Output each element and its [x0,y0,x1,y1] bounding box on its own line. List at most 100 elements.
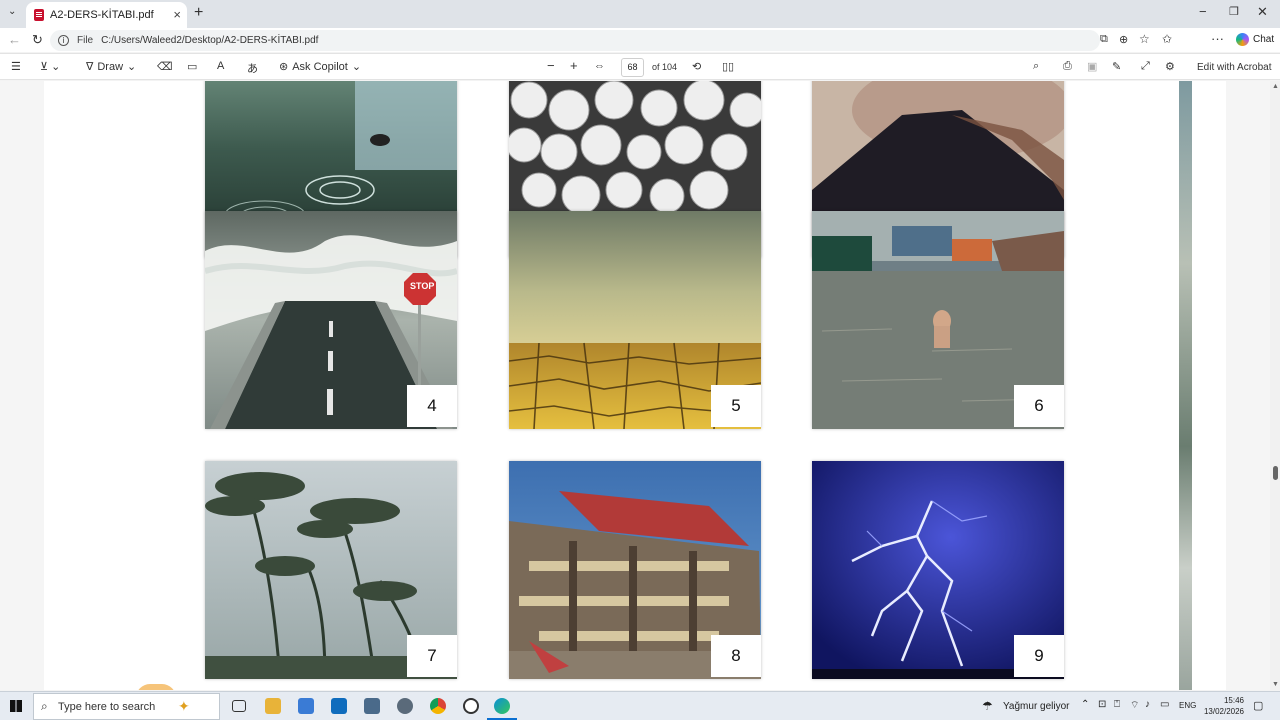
photo-number: 5 [711,385,761,427]
close-tab-icon[interactable]: × [173,7,181,22]
more-menu-icon[interactable]: ··· [1211,31,1224,46]
tab-list-icon[interactable]: ⌄ [8,6,16,17]
address-bar[interactable]: i File C:/Users/Waleed2/Desktop/A2-DERS-… [50,30,1100,51]
highlight-icon[interactable]: ⊻ ⌄ [40,60,60,73]
taskbar: ⌕ Type here to search ✦ ☂ Yağmur geliyor… [0,691,1280,720]
text-box-icon[interactable]: ▭ [187,60,197,73]
search-placeholder: Type here to search [58,700,156,713]
edge-icon[interactable] [494,698,510,714]
info-icon[interactable]: i [58,35,69,46]
print-icon[interactable]: ⎙ [1063,60,1072,73]
translate-icon[interactable]: あ [247,60,258,76]
eraser-icon[interactable]: ⌫ [157,60,173,73]
save-as-icon[interactable]: ✎ [1112,60,1121,73]
app-icon-generic[interactable] [397,698,413,714]
rotate-icon[interactable]: ⟲ [692,60,701,73]
highlights-icon: ✦ [178,698,190,714]
chrome-icon[interactable] [430,698,446,714]
store-icon[interactable] [298,698,314,714]
taskbar-search-input[interactable]: ⌕ Type here to search ✦ [33,693,220,720]
window-close-icon[interactable]: ✕ [1257,4,1268,20]
favorite-star-icon[interactable]: ☆ [1139,32,1150,46]
clock-app-icon[interactable] [463,698,479,714]
fullscreen-icon[interactable]: ⤢ [1141,60,1150,73]
show-hidden-icons-icon[interactable]: ⌃ [1081,699,1089,710]
photo-drought: 5 [509,211,761,429]
read-aloud-icon[interactable]: A [217,60,224,72]
pdf-viewer[interactable]: 1 2 3 [0,81,1280,690]
task-view-icon[interactable] [232,700,246,712]
page-number-input[interactable]: 68 [621,58,644,77]
photo-number: 7 [407,635,457,677]
microphone-icon[interactable]: ⍞ [1114,699,1120,710]
clock-date: 13/02/2026 [1203,707,1244,716]
clock[interactable]: 15:46 13/02/2026 [1204,695,1244,717]
language-indicator[interactable]: ENG [1179,701,1196,710]
speaker-icon[interactable]: ♪ [1145,699,1150,710]
notifications-icon[interactable]: ▢ [1253,699,1263,712]
address-prefix: File [77,35,94,46]
battery-icon[interactable]: ▭ [1160,699,1169,710]
page-decoration [136,684,176,690]
vertical-scrollbar[interactable]: ▲ ▼ [1270,81,1280,690]
weather-icon[interactable]: ☂ [982,699,993,713]
weather-text[interactable]: Yağmur geliyor [1003,701,1070,712]
zoom-out-button[interactable]: − [547,58,555,73]
photo-number: 8 [711,635,761,677]
draw-icon: ∇ [86,61,94,73]
zoom-in-button[interactable]: + [570,58,578,73]
ask-copilot-label: Ask Copilot [292,60,348,73]
copilot-small-icon: ⊛ [279,61,289,73]
pdf-toolbar: ☰ ⊻ ⌄ ∇ Draw ⌄ ⌫ ▭ A あ ⊛ Ask Copilot ⌄ − +… [0,53,1280,80]
wifi-icon[interactable]: ⌔ [1130,699,1139,712]
back-icon[interactable]: ← [8,32,21,47]
settings-gear-icon[interactable]: ⚙ [1165,60,1175,73]
photo-number: 9 [1014,635,1064,677]
scroll-down-icon[interactable]: ▼ [1272,681,1279,688]
stop-sign-label: STOP [410,281,435,291]
restore-icon[interactable]: ❐ [1229,5,1239,18]
zoom-icon[interactable]: ⊕ [1119,33,1128,46]
next-page-edge [1179,81,1192,690]
tray-app-icon[interactable]: ⊡ [1098,699,1106,710]
tab-title: A2-DERS-KİTABI.pdf [50,9,154,21]
chat-label[interactable]: Chat [1253,34,1274,45]
draw-label: Draw [97,60,124,73]
fit-page-icon[interactable]: ⇔ [594,60,605,72]
photo-earthquake: 8 [509,461,761,679]
refresh-icon[interactable]: ↻ [32,32,43,48]
search-icon: ⌕ [41,699,48,713]
contents-icon[interactable]: ☰ [11,60,21,73]
minimize-icon[interactable]: − [1199,4,1207,19]
photo-storm: 7 [205,461,457,679]
photo-number: 4 [407,385,457,427]
find-icon[interactable]: ⌕ [1033,60,1039,73]
copilot-icon[interactable] [1236,33,1249,46]
pdf-page: 1 2 3 [44,81,1226,690]
outlook-icon[interactable] [331,698,347,714]
photo-flood: 6 [812,211,1064,429]
edit-with-acrobat-button[interactable]: Edit with Acrobat [1197,62,1271,73]
photo-tsunami: STOP 4 [205,211,457,429]
title-bar: ⌄ A2-DERS-KİTABI.pdf × + − ❐ ✕ [0,0,1280,28]
calculator-icon[interactable] [364,698,380,714]
page-total: of 104 [652,62,678,72]
address-url: C:/Users/Waleed2/Desktop/A2-DERS-KİTABI.… [101,35,319,46]
photo-number: 6 [1014,385,1064,427]
pdf-file-icon [34,9,44,21]
photo-lightning: 9 [812,461,1064,679]
ask-copilot-button[interactable]: ⊛ Ask Copilot ⌄ [279,60,361,74]
scroll-thumb[interactable] [1273,466,1278,480]
save-icon[interactable]: ▣ [1087,60,1097,73]
windows-start-icon[interactable] [10,700,22,712]
scroll-up-icon[interactable]: ▲ [1272,83,1279,90]
file-explorer-icon[interactable] [265,698,281,714]
clock-time: 15:46 [1223,696,1244,705]
new-tab-icon[interactable]: + [194,4,203,22]
app-icon[interactable]: ⧉ [1100,33,1108,46]
browser-tab[interactable]: A2-DERS-KİTABI.pdf × [26,2,187,28]
favorites-icon[interactable]: ✩ [1162,32,1172,46]
address-row: ← ↻ i File C:/Users/Waleed2/Desktop/A2-D… [0,28,1280,75]
draw-button[interactable]: ∇ Draw ⌄ [86,60,136,74]
page-view-icon[interactable]: ▯▯ [722,60,734,73]
